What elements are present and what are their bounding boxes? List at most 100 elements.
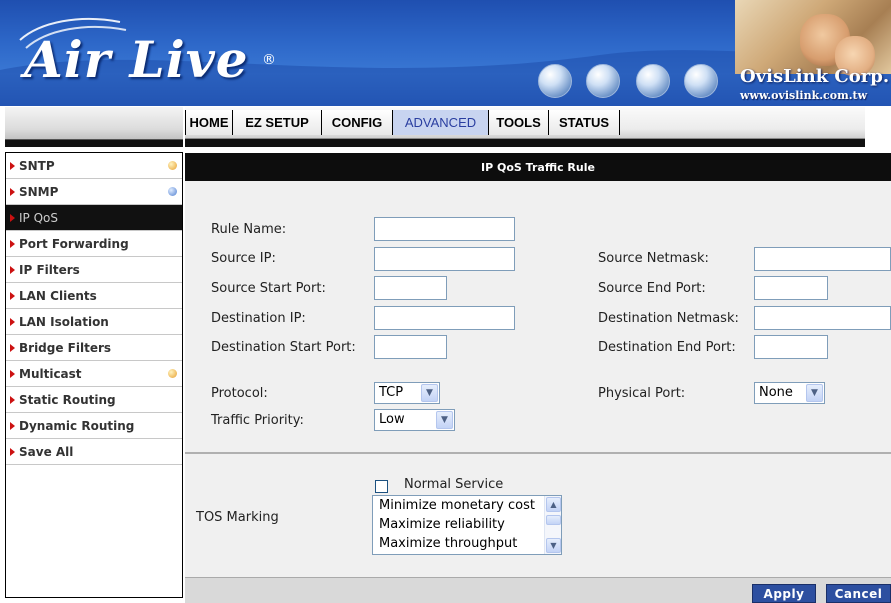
- sidebar-item-label: SNMP: [19, 184, 59, 199]
- sidebar-item-label: LAN Clients: [19, 288, 97, 303]
- rule-name-input[interactable]: [374, 217, 515, 241]
- arrow-icon: [10, 187, 15, 196]
- destination-end-port-input[interactable]: [754, 335, 828, 359]
- sidebar-item-ip-qos[interactable]: IP QoS: [6, 205, 182, 231]
- sidebar: SNTP SNMP IP QoS Port Forwarding IP Filt…: [5, 152, 183, 598]
- sidebar-item-label: IP QoS: [19, 210, 58, 225]
- source-netmask-input[interactable]: [754, 247, 891, 271]
- globe-icon: [684, 64, 718, 98]
- sidebar-item-multicast[interactable]: Multicast: [6, 361, 182, 387]
- sidebar-item-lan-clients[interactable]: LAN Clients: [6, 283, 182, 309]
- arrow-icon: [10, 343, 15, 352]
- protocol-select[interactable]: TCP ▼: [374, 382, 440, 404]
- arrow-icon: [10, 447, 15, 456]
- sidebar-item-dynamic-routing[interactable]: Dynamic Routing: [6, 413, 182, 439]
- company-name: OvisLink Corp.: [740, 66, 890, 87]
- tos-marking-label: TOS Marking: [196, 510, 279, 525]
- arrow-icon: [10, 239, 15, 248]
- sidebar-item-label: Port Forwarding: [19, 236, 129, 251]
- sidebar-item-lan-isolation[interactable]: LAN Isolation: [6, 309, 182, 335]
- sidebar-item-bridge-filters[interactable]: Bridge Filters: [6, 335, 182, 361]
- status-dot-icon: [168, 187, 177, 196]
- sidebar-item-label: Static Routing: [19, 392, 116, 407]
- sidebar-item-label: Multicast: [19, 366, 82, 381]
- page-title: IP QoS Traffic Rule: [185, 153, 891, 181]
- sidebar-item-label: LAN Isolation: [19, 314, 109, 329]
- nav-tools[interactable]: TOOLS: [489, 110, 549, 135]
- physical-port-value: None: [759, 385, 793, 400]
- source-end-port-label: Source End Port:: [598, 281, 706, 296]
- normal-service-label: Normal Service: [404, 477, 504, 492]
- sidebar-item-label: IP Filters: [19, 262, 80, 277]
- destination-netmask-input[interactable]: [754, 306, 891, 330]
- section-divider: [185, 452, 891, 454]
- destination-ip-input[interactable]: [374, 306, 515, 330]
- chevron-down-icon[interactable]: ▼: [421, 384, 438, 402]
- destination-end-port-label: Destination End Port:: [598, 340, 736, 355]
- sidebar-item-snmp[interactable]: SNMP: [6, 179, 182, 205]
- arrow-icon: [10, 421, 15, 430]
- list-item[interactable]: Maximize reliability: [373, 515, 561, 534]
- arrow-icon: [10, 317, 15, 326]
- traffic-priority-value: Low: [379, 412, 405, 427]
- physical-port-label: Physical Port:: [598, 386, 686, 401]
- traffic-priority-label: Traffic Priority:: [211, 413, 304, 428]
- source-netmask-label: Source Netmask:: [598, 251, 709, 266]
- arrow-icon: [10, 213, 15, 222]
- source-ip-input[interactable]: [374, 247, 515, 271]
- physical-port-select[interactable]: None ▼: [754, 382, 825, 404]
- airlive-logo: Air Live: [24, 30, 249, 89]
- header-banner: Air Live ® OvisLink Corp. www.ovislink.c…: [0, 0, 891, 106]
- chevron-up-icon[interactable]: ▲: [546, 497, 561, 512]
- destination-ip-label: Destination IP:: [211, 311, 306, 326]
- list-item[interactable]: Minimize monetary cost: [373, 496, 561, 515]
- sidebar-item-ip-filters[interactable]: IP Filters: [6, 257, 182, 283]
- scrollbar[interactable]: ▲ ▼: [544, 496, 561, 554]
- sidebar-item-label: SNTP: [19, 158, 55, 173]
- scrollbar-thumb[interactable]: [546, 515, 561, 525]
- sidebar-item-static-routing[interactable]: Static Routing: [6, 387, 182, 413]
- globe-icon: [586, 64, 620, 98]
- status-dot-icon: [168, 369, 177, 378]
- arrow-icon: [10, 395, 15, 404]
- source-ip-label: Source IP:: [211, 251, 276, 266]
- sidebar-item-sntp[interactable]: SNTP: [6, 153, 182, 179]
- sidebar-item-label: Bridge Filters: [19, 340, 112, 355]
- traffic-priority-select[interactable]: Low ▼: [374, 409, 455, 431]
- sidebar-item-save-all[interactable]: Save All: [6, 439, 182, 465]
- arrow-icon: [10, 369, 15, 378]
- destination-netmask-label: Destination Netmask:: [598, 311, 739, 326]
- globe-icon: [538, 64, 572, 98]
- company-url: www.ovislink.com.tw: [740, 89, 868, 102]
- cancel-button[interactable]: Cancel: [826, 584, 891, 603]
- nav-config[interactable]: CONFIG: [322, 110, 393, 135]
- globe-icon: [636, 64, 670, 98]
- list-item[interactable]: Maximize throughput: [373, 534, 561, 553]
- arrow-icon: [10, 161, 15, 170]
- nav-home[interactable]: HOME: [185, 110, 233, 135]
- normal-service-checkbox[interactable]: [375, 480, 388, 493]
- sidebar-item-port-forwarding[interactable]: Port Forwarding: [6, 231, 182, 257]
- protocol-label: Protocol:: [211, 386, 268, 401]
- chevron-down-icon[interactable]: ▼: [546, 538, 561, 553]
- nav-ez-setup[interactable]: EZ SETUP: [233, 110, 322, 135]
- protocol-value: TCP: [379, 385, 404, 400]
- destination-start-port-input[interactable]: [374, 335, 447, 359]
- source-start-port-label: Source Start Port:: [211, 281, 326, 296]
- sidebar-item-label: Dynamic Routing: [19, 418, 135, 433]
- source-end-port-input[interactable]: [754, 276, 828, 300]
- nav-status[interactable]: STATUS: [549, 110, 620, 135]
- source-start-port-input[interactable]: [374, 276, 447, 300]
- navbar-left-cap: [5, 107, 183, 147]
- nav-advanced[interactable]: ADVANCED: [393, 110, 489, 135]
- chevron-down-icon[interactable]: ▼: [436, 411, 453, 429]
- chevron-down-icon[interactable]: ▼: [806, 384, 823, 402]
- destination-start-port-label: Destination Start Port:: [211, 340, 356, 355]
- rule-name-label: Rule Name:: [211, 222, 287, 237]
- sidebar-item-label: Save All: [19, 444, 74, 459]
- tos-marking-list[interactable]: Minimize monetary cost Maximize reliabil…: [372, 495, 562, 555]
- apply-button[interactable]: Apply: [752, 584, 816, 603]
- main-menu: HOME EZ SETUP CONFIG ADVANCED TOOLS STAT…: [185, 110, 620, 135]
- status-dot-icon: [168, 161, 177, 170]
- arrow-icon: [10, 291, 15, 300]
